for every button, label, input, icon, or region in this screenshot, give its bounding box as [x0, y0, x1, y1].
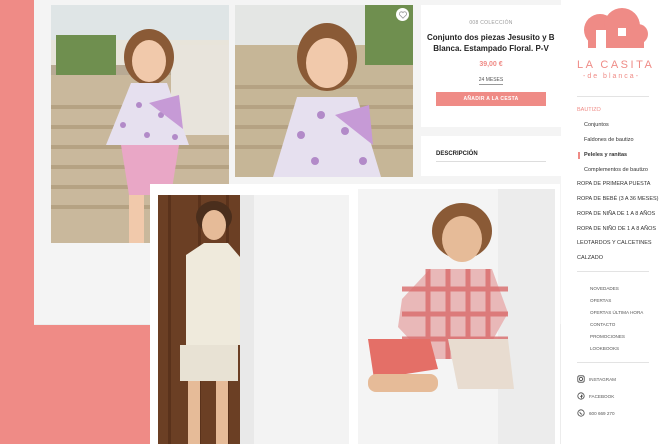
nav-calzado[interactable]: CALZADO: [577, 255, 603, 261]
pink-background-lower: [0, 325, 150, 444]
footer-ofertas-ultima-hora[interactable]: OFERTAS ÚLTIMA HORA: [590, 310, 643, 315]
divider: [436, 161, 546, 162]
whatsapp-icon: [577, 409, 585, 417]
social-instagram[interactable]: INSTAGRAM: [577, 375, 616, 383]
lookbook-photo-boy[interactable]: [358, 189, 555, 444]
product-title: Conjunto dos piezas Jesusito y Bra Blanc…: [427, 33, 555, 53]
product-info-card: 008 COLECCIÓN Conjunto dos piezas Jesusi…: [421, 5, 561, 127]
lookbook-photo-door[interactable]: [158, 195, 240, 444]
social-whatsapp[interactable]: 600 669 270: [577, 409, 615, 417]
nav-complementos[interactable]: Complementos de bautizo: [584, 167, 648, 173]
selected-marker: [578, 152, 580, 159]
nav-conjuntos[interactable]: Conjuntos: [584, 122, 609, 128]
nav-faldones[interactable]: Faldones de bautizo: [584, 137, 634, 143]
social-facebook[interactable]: FACEBOOK: [577, 392, 614, 400]
nav-bautizo[interactable]: BAUTIZO: [577, 107, 601, 113]
nav-bebe[interactable]: ROPA DE BEBÉ (3 A 36 MESES): [577, 196, 659, 202]
divider: [577, 96, 649, 97]
logo-house-icon[interactable]: [578, 8, 648, 57]
description-tab[interactable]: DESCRIPCIÓN: [421, 136, 561, 176]
facebook-icon: [577, 392, 585, 400]
footer-lookbooks[interactable]: LOOKBOOKS: [590, 346, 619, 351]
footer-contacto[interactable]: CONTACTO: [590, 322, 615, 327]
divider: [577, 271, 649, 272]
product-photo-2[interactable]: [235, 5, 413, 177]
nav-nina[interactable]: ROPA DE NIÑA DE 1 A 8 AÑOS: [577, 211, 655, 217]
description-label: DESCRIPCIÓN: [436, 151, 478, 157]
footer-promociones[interactable]: PROMOCIONES: [590, 334, 625, 339]
footer-novedades[interactable]: NOVEDADES: [590, 286, 619, 291]
nav-leotardos[interactable]: LEOTARDOS Y CALCETINES: [577, 240, 652, 246]
nav-nino[interactable]: ROPA DE NIÑO DE 1 A 8 AÑOS: [577, 226, 656, 232]
product-reference: 008 COLECCIÓN: [469, 20, 513, 26]
instagram-icon: [577, 375, 585, 383]
nav-primera-puesta[interactable]: ROPA DE PRIMERA PUESTA: [577, 181, 650, 187]
add-to-cart-button[interactable]: AÑADIR A LA CESTA: [436, 92, 546, 106]
nav-peleles[interactable]: Peleles y ranitas: [578, 152, 627, 159]
size-selector[interactable]: 24 MESES: [478, 77, 504, 85]
heart-icon[interactable]: [396, 8, 409, 21]
product-price: 39,00 €: [479, 61, 503, 68]
lookbook-photo-white[interactable]: [240, 195, 349, 444]
brand-name: LA CASITA: [577, 59, 655, 71]
sidebar: LA CASITA -de blanca- BAUTIZO Conjuntos …: [561, 0, 666, 444]
divider: [577, 362, 649, 363]
brand-tagline: -de blanca-: [583, 73, 641, 80]
footer-ofertas[interactable]: OFERTAS: [590, 298, 611, 303]
